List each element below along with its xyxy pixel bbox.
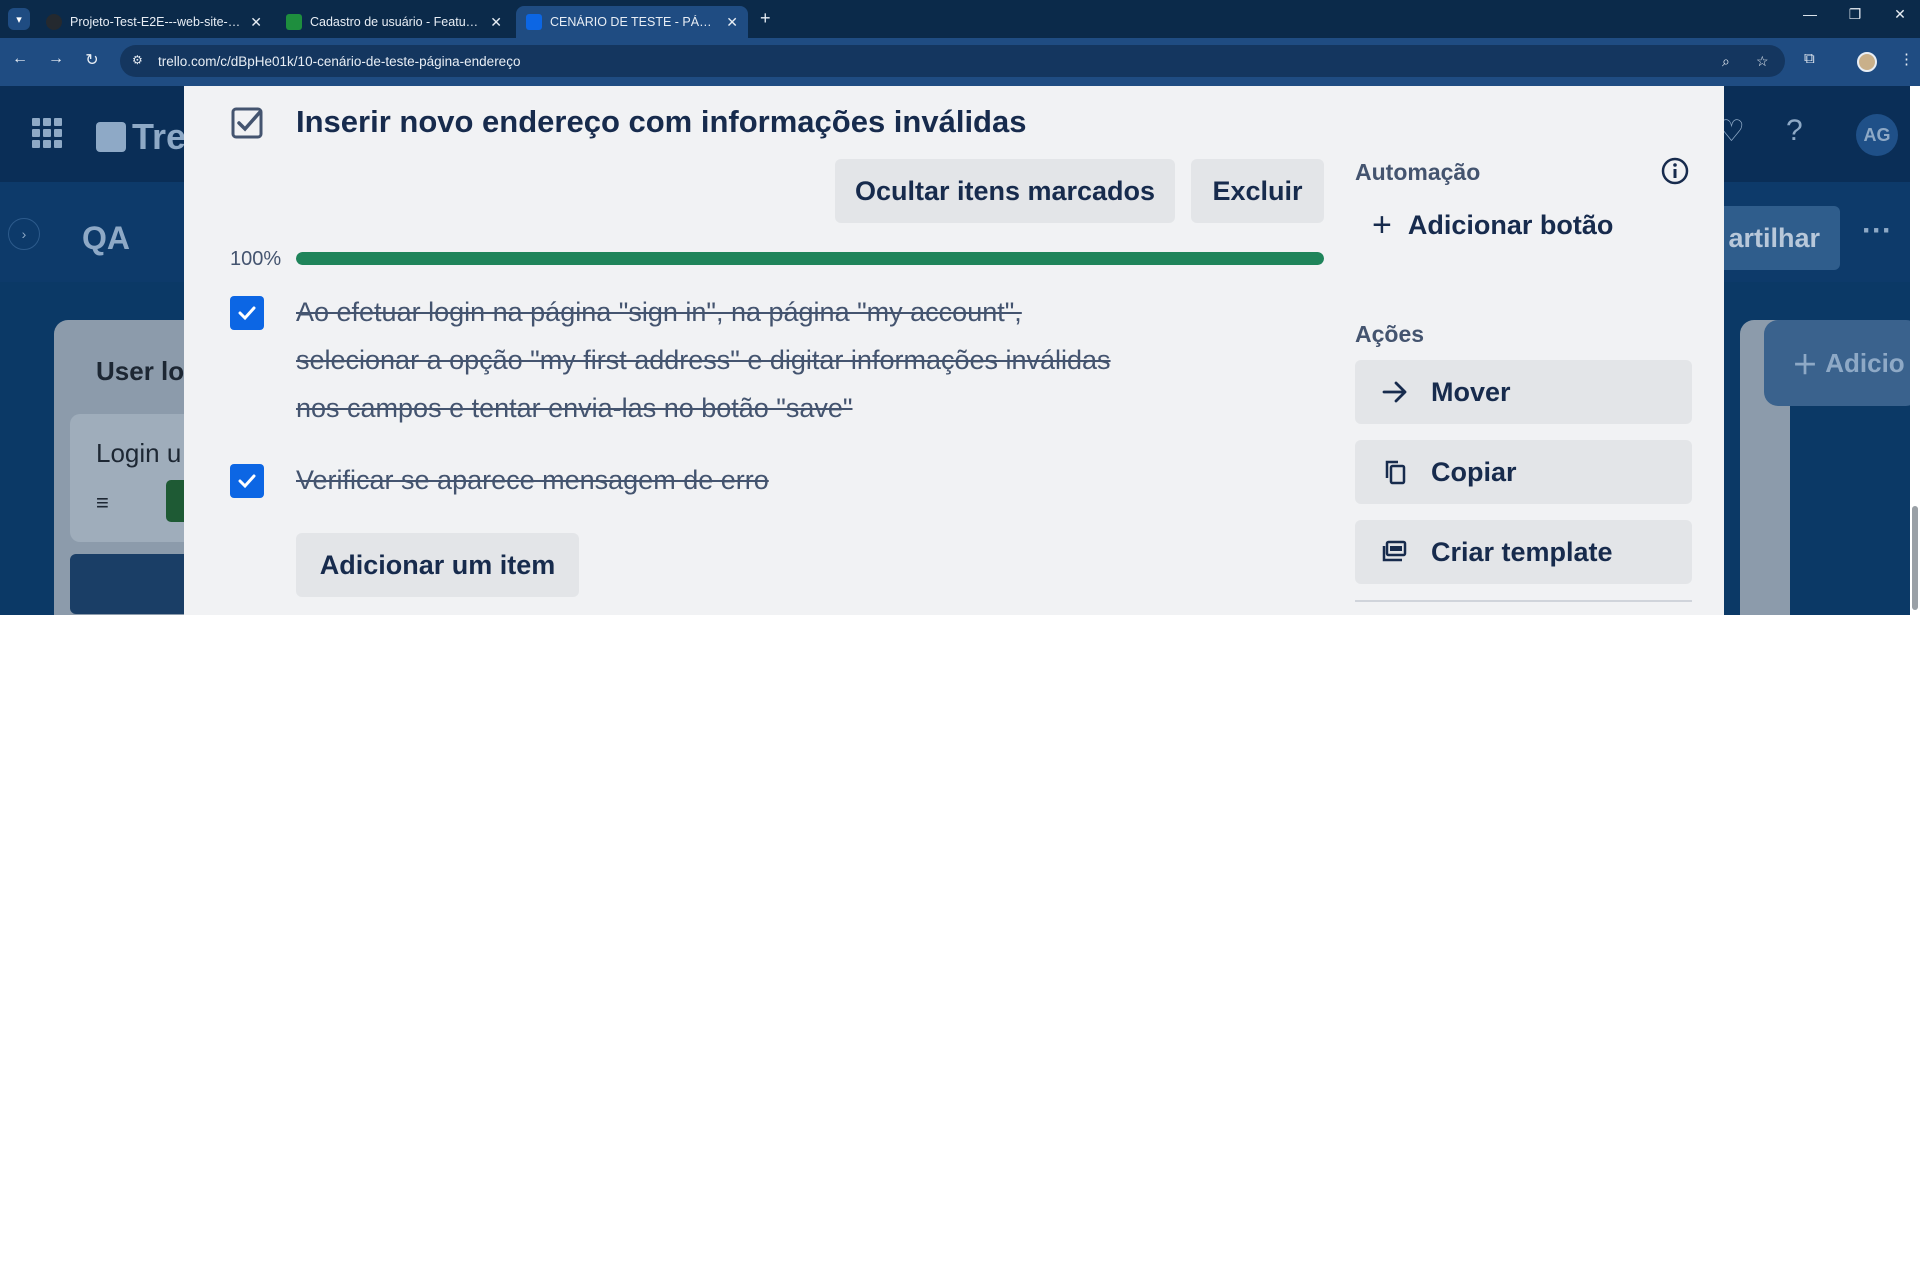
sidebar-divider [1355, 600, 1692, 602]
browser-tab-1[interactable]: Projeto-Test-E2E---web-site-My ✕ [36, 6, 272, 38]
bookmark-star-icon[interactable]: ☆ [1756, 53, 1769, 70]
browser-tab-bar: ▾ Projeto-Test-E2E---web-site-My ✕ Cadas… [0, 0, 1920, 38]
progress-bar-fill [296, 252, 1324, 265]
list-title[interactable]: User lo [96, 356, 184, 387]
minimize-icon[interactable]: — [1795, 6, 1825, 22]
profile-avatar[interactable] [1857, 52, 1877, 72]
move-label: Mover [1431, 376, 1511, 407]
tab-title: Projeto-Test-E2E---web-site-My [70, 15, 243, 29]
actions-heading: Ações [1355, 321, 1425, 347]
back-icon[interactable]: ← [8, 50, 32, 68]
checklist-item-checkbox[interactable] [230, 464, 264, 498]
move-button[interactable]: Mover [1355, 360, 1692, 424]
progress-bar [296, 252, 1324, 265]
progress-percentage: 100% [230, 248, 282, 270]
trello-icon [526, 14, 542, 30]
page-scrollbar[interactable] [1910, 86, 1920, 615]
help-icon[interactable]: ? [1786, 114, 1803, 148]
add-button-label: Adicionar botão [1407, 210, 1614, 240]
app-switcher-icon[interactable] [32, 118, 62, 148]
template-icon [1381, 538, 1409, 566]
more-options-icon[interactable]: ··· [1862, 214, 1892, 248]
checklist-icon [231, 107, 263, 139]
tab-title: Cadastro de usuário - Feature - [310, 15, 483, 29]
address-bar[interactable]: ⚙ trello.com/c/dBpHe01k/10-cenário-de-te… [120, 45, 1785, 77]
checklist-item-checkbox[interactable] [230, 296, 264, 330]
site-info-icon[interactable]: ⚙ [132, 53, 143, 67]
card-title: Login u [96, 438, 182, 468]
new-tab-button[interactable]: + [760, 8, 771, 29]
trello-logo[interactable]: Tre [96, 116, 186, 158]
close-tab-icon[interactable]: ✕ [250, 14, 262, 31]
description-icon: ≡ [96, 490, 109, 515]
github-icon [46, 14, 62, 30]
create-template-button[interactable]: Criar template [1355, 520, 1692, 584]
browser-tab-3[interactable]: CENÁRIO DE TESTE - PÁGINA E ✕ [516, 6, 748, 38]
zoom-icon[interactable]: ⌕ [1722, 53, 1730, 70]
checklist-item-text[interactable]: Verificar se aparece mensagem de erro [296, 456, 1126, 504]
tab-list-button[interactable]: ▾ [8, 8, 30, 30]
add-automation-button[interactable]: + Adicionar botão [1372, 206, 1613, 245]
expand-sidebar-icon[interactable]: › [8, 218, 40, 250]
create-template-label: Criar template [1431, 536, 1613, 567]
add-list-label: Adicio [1825, 347, 1905, 378]
close-tab-icon[interactable]: ✕ [490, 14, 502, 31]
member-avatar[interactable]: AG [1856, 114, 1898, 156]
arrow-right-icon [1381, 378, 1409, 406]
delete-checklist-button[interactable]: Excluir [1191, 159, 1324, 223]
board-title[interactable]: QA [82, 220, 130, 257]
close-tab-icon[interactable]: ✕ [726, 14, 738, 31]
reload-icon[interactable]: ↻ [80, 50, 104, 70]
automation-heading: Automação [1355, 159, 1481, 185]
browser-menu-icon[interactable]: ⋮ [1899, 50, 1914, 68]
tab-title: CENÁRIO DE TESTE - PÁGINA E [550, 15, 718, 29]
checklist-title[interactable]: Inserir novo endereço com informações in… [296, 104, 1026, 140]
card-modal: Inserir novo endereço com informações in… [184, 86, 1724, 615]
forward-icon[interactable]: → [44, 50, 68, 68]
restore-icon[interactable]: ❐ [1840, 6, 1870, 23]
checkmark-icon [238, 306, 256, 321]
browser-tab-2[interactable]: Cadastro de usuário - Feature - ✕ [276, 6, 512, 38]
info-icon[interactable] [1660, 156, 1690, 186]
extensions-icon[interactable]: ⧉ [1804, 50, 1815, 67]
checkmark-icon [238, 474, 256, 489]
scrollbar-thumb[interactable] [1912, 506, 1918, 610]
hide-checked-items-button[interactable]: Ocultar itens marcados [835, 159, 1175, 223]
plus-icon: + [1372, 206, 1392, 244]
copy-icon [1381, 458, 1409, 486]
copy-button[interactable]: Copiar [1355, 440, 1692, 504]
close-window-icon[interactable]: ✕ [1885, 6, 1915, 23]
add-item-button[interactable]: Adicionar um item [296, 533, 579, 597]
add-list-button[interactable]: ＋ Adicio [1764, 320, 1920, 406]
checklist-item-text[interactable]: Ao efetuar login na página "sign in", na… [296, 288, 1126, 432]
screen: ▾ Projeto-Test-E2E---web-site-My ✕ Cadas… [0, 0, 1920, 615]
copy-label: Copiar [1431, 456, 1517, 487]
browser-toolbar: ← → ↻ ⚙ trello.com/c/dBpHe01k/10-cenário… [0, 38, 1920, 86]
url-text: trello.com/c/dBpHe01k/10-cenário-de-test… [158, 53, 521, 69]
sheets-icon [286, 14, 302, 30]
